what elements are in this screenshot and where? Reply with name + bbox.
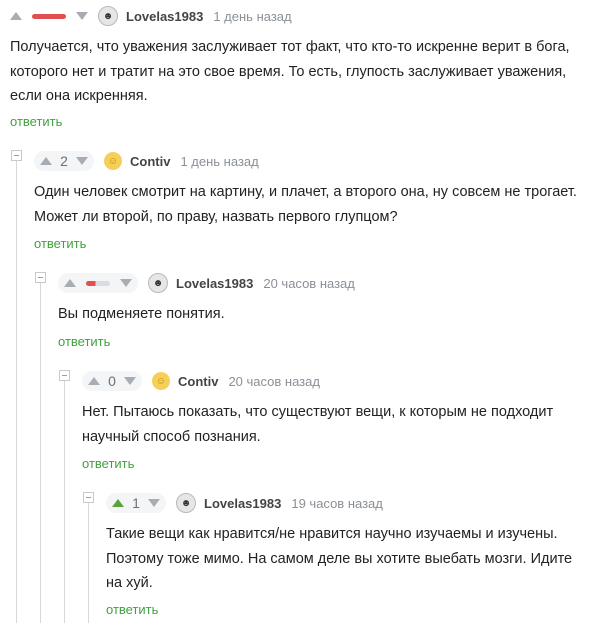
upvote-icon[interactable] <box>88 377 100 385</box>
rating-score: 1 <box>132 495 140 511</box>
upvote-icon[interactable] <box>64 279 76 287</box>
comment-line: если она искренняя. <box>10 88 148 104</box>
thread-line <box>88 502 89 623</box>
comment-text: Нет. Пытаюсь показать, что существуют ве… <box>82 400 553 449</box>
collapse-thread-button[interactable] <box>11 150 22 161</box>
comment-text: Вы подменяете понятия. <box>58 302 225 327</box>
collapse-thread-button[interactable] <box>83 492 94 503</box>
reply-link[interactable]: ответить <box>10 114 62 129</box>
negative-rating-bar <box>32 13 66 19</box>
rating-control <box>58 273 138 293</box>
timestamp[interactable]: 20 часов назад <box>228 374 320 389</box>
username[interactable]: Lovelas1983 <box>126 9 203 24</box>
reply-link[interactable]: ответить <box>106 602 158 617</box>
rating-control: 0 <box>82 371 142 391</box>
thread-line <box>64 380 65 623</box>
reply-link[interactable]: ответить <box>58 334 110 349</box>
comment-line: на хуй. <box>106 575 153 591</box>
comment-line: которого нет и тратит на это свое время.… <box>10 63 567 80</box>
avatar[interactable]: ☻ <box>98 6 118 26</box>
username[interactable]: Contiv <box>178 374 218 389</box>
comment-line: Один человек смотрит на картину, и плаче… <box>34 184 577 200</box>
avatar[interactable]: ☻ <box>176 493 196 513</box>
avatar[interactable]: ☺ <box>104 152 122 170</box>
username[interactable]: Lovelas1983 <box>176 276 253 291</box>
comment-line: Такие вещи как нравится/не нравится науч… <box>106 526 558 542</box>
timestamp[interactable]: 1 день назад <box>180 154 258 169</box>
upvote-icon[interactable] <box>10 12 22 20</box>
rating-score: 2 <box>60 153 68 169</box>
rating-control: 2 <box>34 151 94 171</box>
thread-line <box>40 282 41 623</box>
collapse-thread-button[interactable] <box>35 272 46 283</box>
timestamp[interactable]: 20 часов назад <box>263 276 355 291</box>
timestamp[interactable]: 19 часов назад <box>291 496 383 511</box>
comment-line: Нет. Пытаюсь показать, что существуют ве… <box>82 404 554 420</box>
collapse-thread-button[interactable] <box>59 370 70 381</box>
upvote-icon[interactable] <box>112 499 124 507</box>
comment-text: Один человек смотрит на картину, и плаче… <box>34 180 577 229</box>
rating-control <box>10 6 88 26</box>
downvote-icon[interactable] <box>76 12 88 20</box>
reply-link[interactable]: ответить <box>82 456 134 471</box>
downvote-icon[interactable] <box>124 377 136 385</box>
comment-line: Поэтому тоже мимо. На самом деле вы хоти… <box>106 550 573 567</box>
timestamp[interactable]: 1 день назад <box>213 9 291 24</box>
downvote-icon[interactable] <box>148 499 160 507</box>
downvote-icon[interactable] <box>76 157 88 165</box>
username[interactable]: Contiv <box>130 154 170 169</box>
comment-line: Может ли второй, по праву, назвать перво… <box>34 208 398 225</box>
comment-line: Вы подменяете понятия. <box>58 306 225 322</box>
reply-link[interactable]: ответить <box>34 236 86 251</box>
comment-line: научный способ познания. <box>82 428 261 445</box>
thread-line <box>16 160 17 623</box>
downvote-icon[interactable] <box>120 279 132 287</box>
comment-line: Получается, что уважения заслуживает тот… <box>10 39 570 55</box>
upvote-icon[interactable] <box>40 157 52 165</box>
comment-text: Такие вещи как нравится/не нравится науч… <box>106 522 572 596</box>
mixed-rating-bar <box>86 280 110 286</box>
rating-score: 0 <box>108 373 116 389</box>
rating-control: 1 <box>106 493 166 513</box>
avatar[interactable]: ☺ <box>152 372 170 390</box>
comment-text: Получается, что уважения заслуживает тот… <box>10 35 570 109</box>
username[interactable]: Lovelas1983 <box>204 496 281 511</box>
avatar[interactable]: ☻ <box>148 273 168 293</box>
